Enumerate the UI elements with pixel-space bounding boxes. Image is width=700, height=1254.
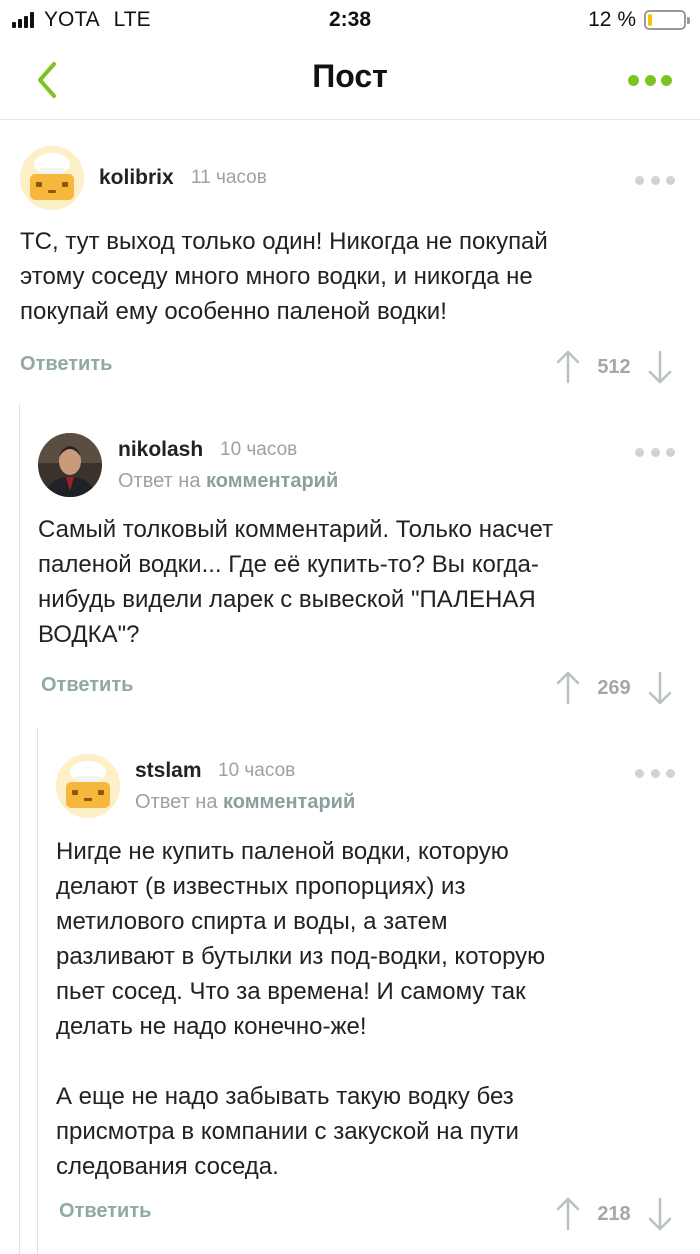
comment-text: Самый толковый комментарий. Только насче…	[38, 516, 554, 648]
reply-to-link[interactable]: комментарий	[223, 791, 355, 813]
comment-header: stslam 10 часов Ответ на комментарий	[56, 754, 675, 818]
comment-more-button[interactable]	[635, 766, 675, 780]
nav-bar: Пост	[0, 40, 700, 120]
comment-time: 10 часов	[220, 439, 298, 460]
reply-button[interactable]: Ответить	[59, 1200, 151, 1223]
reply-button[interactable]: Ответить	[41, 674, 133, 697]
reply-to-line: Ответ на комментарий	[135, 791, 355, 814]
reply-to-link[interactable]: комментарий	[206, 470, 338, 492]
downvote-arrow-icon[interactable]	[645, 1196, 675, 1232]
dot-icon	[666, 175, 675, 185]
dot-icon	[650, 447, 660, 457]
comment: stslam 10 часов Ответ на комментарий Ниг…	[56, 754, 675, 1244]
dot-icon	[635, 175, 644, 185]
reply-button[interactable]: Ответить	[20, 353, 112, 376]
dot-icon	[635, 768, 644, 778]
author-name[interactable]: stslam	[135, 759, 202, 783]
author-name[interactable]: kolibrix	[99, 166, 174, 190]
comment-actions: Ответить 269	[38, 668, 675, 708]
downvote-arrow-icon[interactable]	[645, 670, 675, 706]
vote-score: 512	[597, 355, 631, 378]
battery-icon	[644, 10, 690, 30]
battery-percent: 12 %	[588, 8, 636, 31]
upvote-arrow-icon[interactable]	[553, 349, 583, 385]
dot-icon	[644, 74, 656, 86]
dot-icon	[666, 768, 675, 778]
comment-header: nikolash 10 часов Ответ на комментарий	[38, 433, 675, 497]
more-options-button[interactable]	[628, 70, 672, 90]
comment-actions: Ответить 512	[20, 347, 675, 387]
reply-to-line: Ответ на комментарий	[118, 470, 338, 493]
dot-icon	[650, 768, 660, 778]
downvote-arrow-icon[interactable]	[645, 349, 675, 385]
dot-icon	[635, 447, 644, 457]
comment: kolibrix 11 часов ТС, тут выход только о…	[20, 146, 675, 391]
thread-line	[19, 404, 20, 1254]
dot-icon	[661, 74, 672, 86]
avatar[interactable]	[20, 146, 84, 210]
vote-score: 269	[597, 676, 631, 699]
avatar[interactable]	[56, 754, 120, 818]
vote-control: 218	[553, 1194, 675, 1234]
comment-more-button[interactable]	[635, 173, 675, 187]
reply-to-prefix: Ответ на	[118, 470, 201, 492]
vote-control: 512	[553, 347, 675, 387]
avatar[interactable]	[38, 433, 102, 497]
author-name[interactable]: nikolash	[118, 438, 203, 462]
user-photo-avatar-icon	[38, 433, 102, 497]
comment-text: ТС, тут выход только один! Никогда не по…	[20, 228, 548, 325]
status-right: 12 %	[588, 8, 690, 32]
comment-actions: Ответить 218	[56, 1194, 675, 1234]
reply-to-prefix: Ответ на	[135, 791, 218, 813]
default-hat-avatar-icon	[20, 146, 84, 210]
dot-icon	[650, 175, 660, 185]
default-hat-avatar-icon	[56, 754, 120, 818]
page-title: Пост	[312, 58, 388, 94]
upvote-arrow-icon[interactable]	[553, 1196, 583, 1232]
comment-time: 10 часов	[218, 760, 296, 781]
thread-line	[37, 728, 38, 1254]
comment: nikolash 10 часов Ответ на комментарий С…	[38, 433, 675, 723]
vote-control: 269	[553, 668, 675, 708]
comment-header: kolibrix 11 часов	[20, 146, 675, 210]
status-bar: YOTA LTE 2:38 12 %	[0, 0, 700, 40]
comment-time: 11 часов	[191, 167, 267, 188]
upvote-arrow-icon[interactable]	[553, 670, 583, 706]
comment-more-button[interactable]	[635, 445, 675, 459]
vote-score: 218	[597, 1202, 631, 1225]
dot-icon	[666, 447, 675, 457]
comment-text: Нигде не купить паленой водки, которую д…	[56, 838, 546, 1180]
dot-icon	[628, 74, 639, 86]
